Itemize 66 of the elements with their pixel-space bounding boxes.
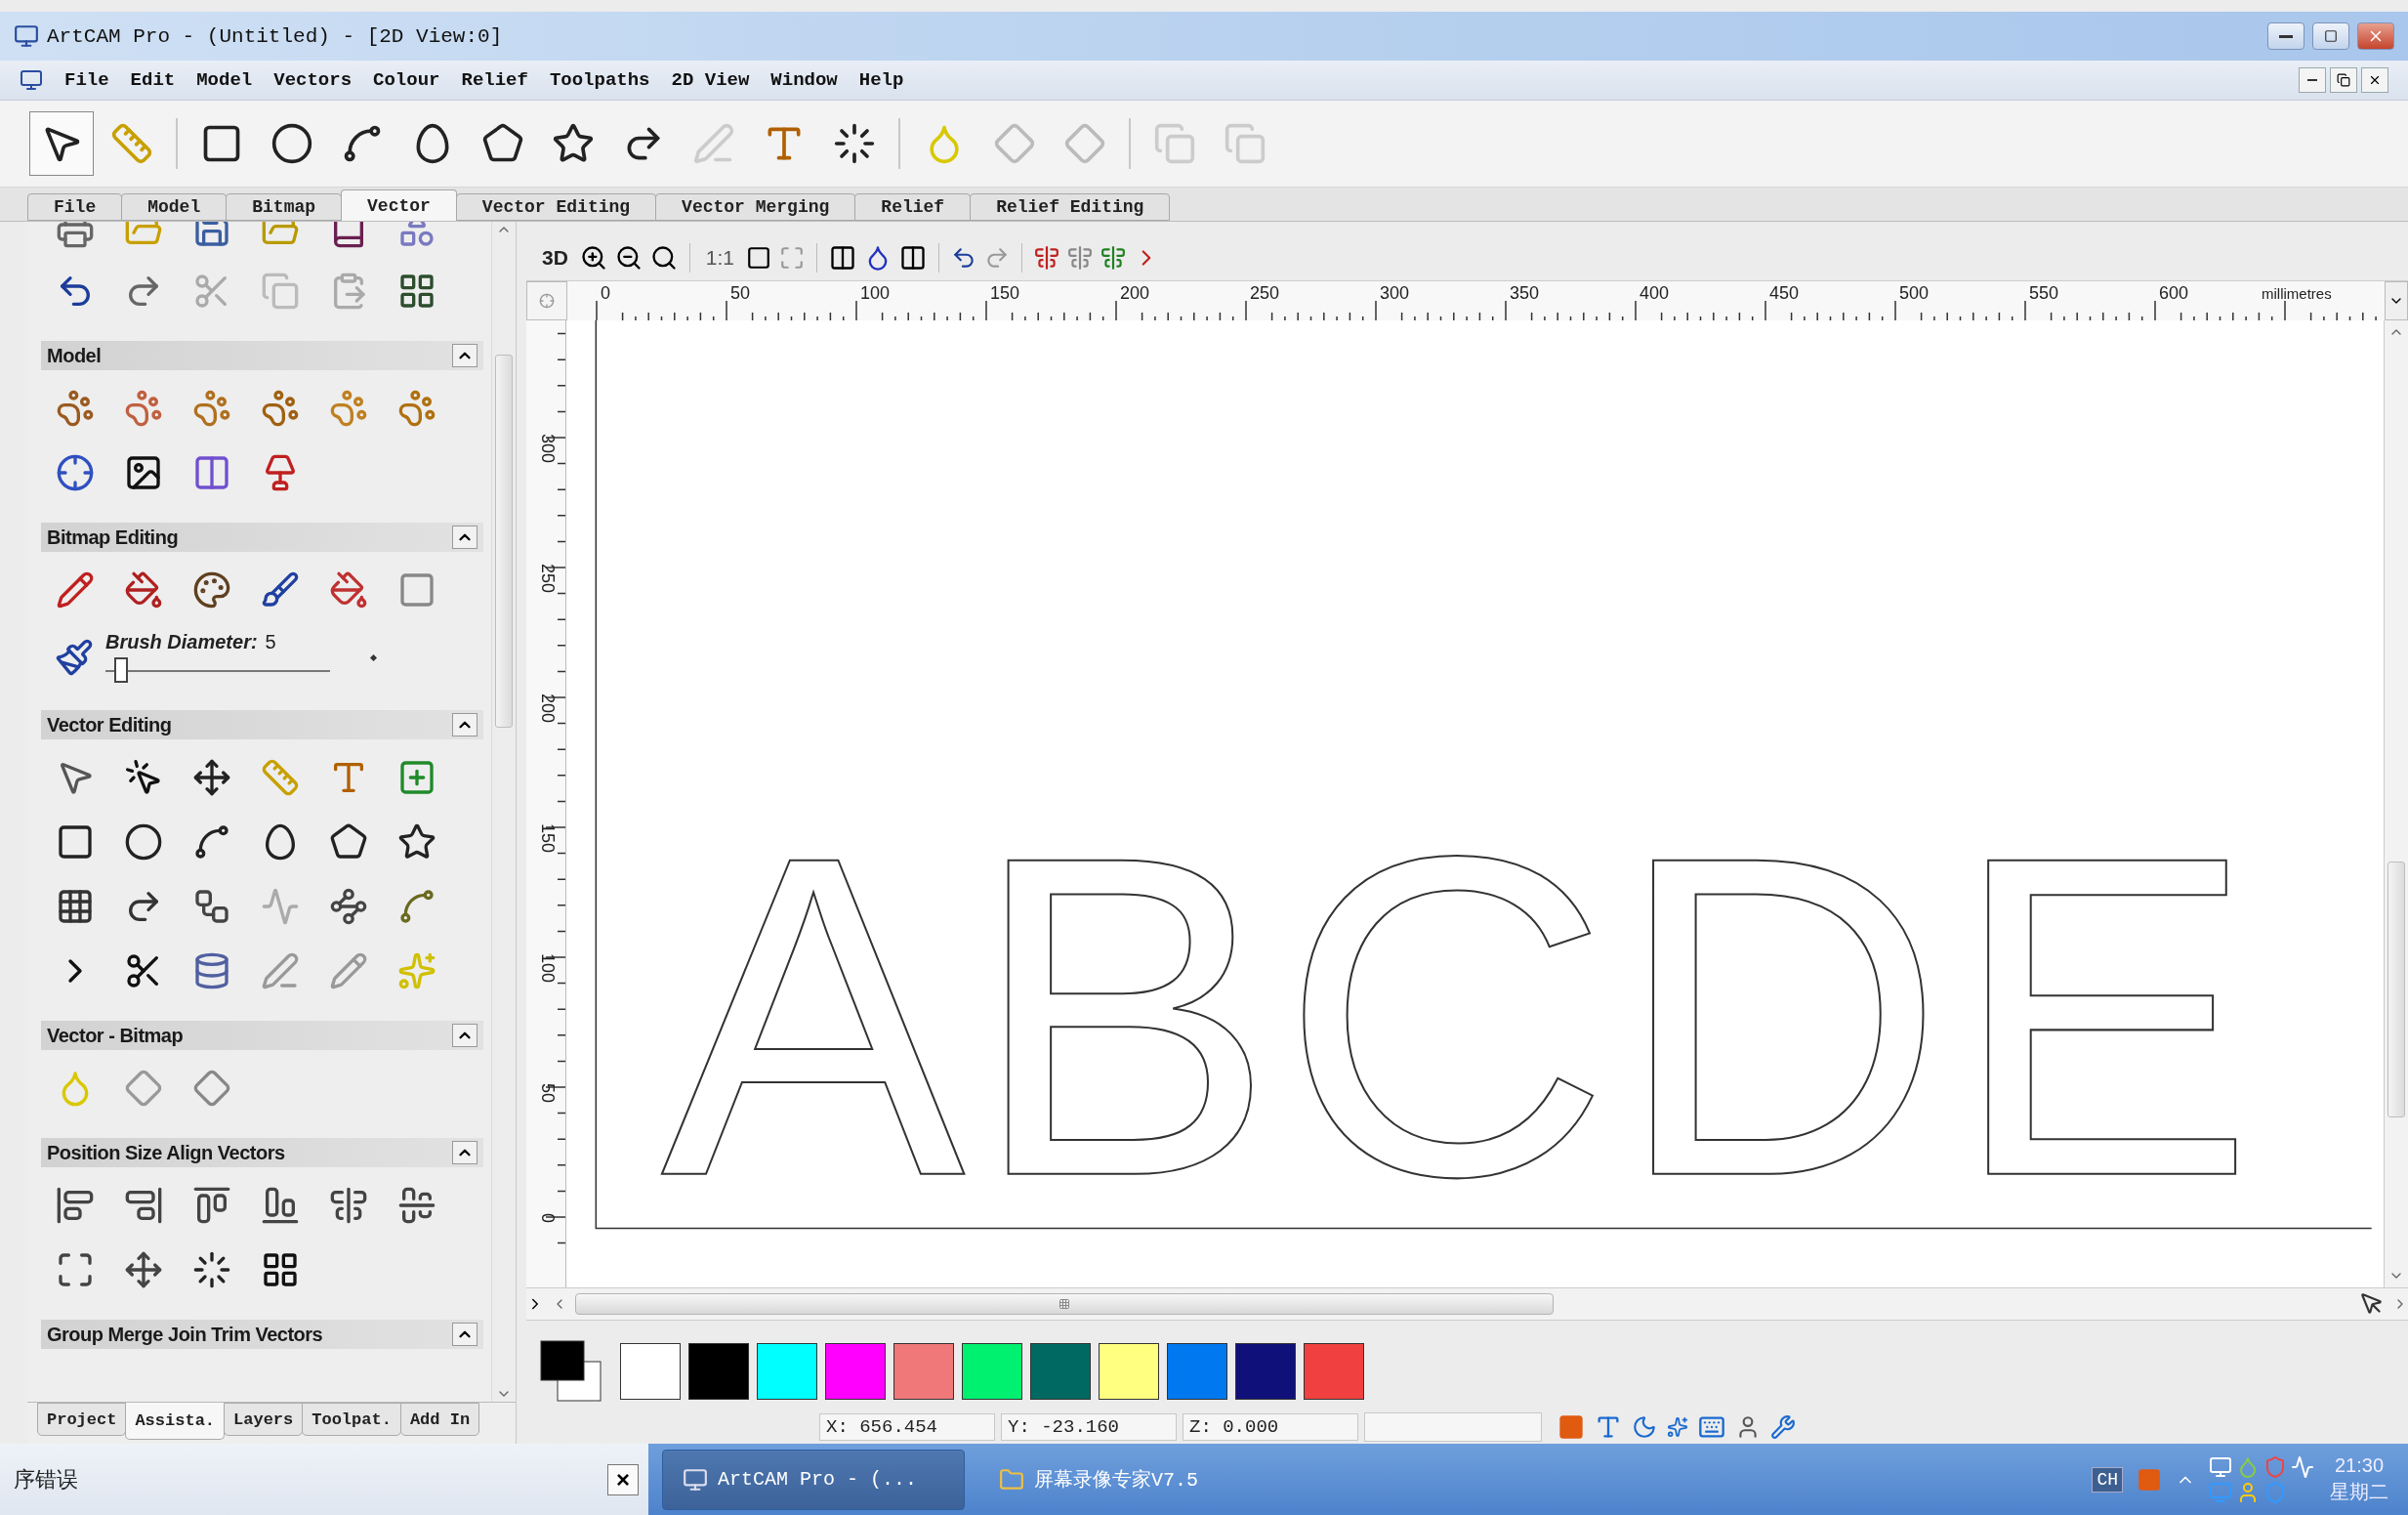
ruler-label: 100 (860, 283, 891, 303)
menu-item[interactable]: Vectors (273, 69, 353, 91)
ruler-label: 50 (538, 1083, 558, 1104)
ribbon-tab[interactable]: File (27, 193, 123, 221)
ruler-label: 200 (1120, 283, 1150, 303)
section-title: Bitmap Editing (47, 526, 179, 549)
ruler-label: 250 (1250, 283, 1280, 303)
clock-day: 星期二 (2330, 1478, 2388, 1505)
ruler-label: 500 (1899, 283, 1930, 303)
ribbon-tab[interactable]: Model (121, 193, 228, 221)
close-button[interactable]: × (607, 1463, 639, 1495)
brush-value: 5 (265, 630, 276, 653)
menu-item[interactable]: Toolpaths (549, 69, 650, 91)
panel-tab[interactable]: Add In (399, 1403, 480, 1436)
taskbar-button[interactable]: ArtCAM Pro - (... (662, 1449, 965, 1510)
ribbon-tab[interactable]: Vector Merging (655, 193, 856, 221)
ruler-label: 300 (1380, 283, 1410, 303)
ruler-label: 150 (990, 283, 1020, 303)
menu-item[interactable]: Window (770, 69, 838, 91)
panel-tab[interactable]: Project (37, 1403, 127, 1436)
ruler-label: 300 (538, 434, 558, 464)
section-title: Position Size Align Vectors (47, 1141, 285, 1164)
language-indicator[interactable]: CH (2092, 1466, 2123, 1493)
menu-item[interactable]: File (64, 69, 109, 91)
view-3d-button[interactable]: 3D (538, 246, 572, 270)
menu-item[interactable]: Colour (373, 69, 440, 91)
ruler-label: 0 (538, 1213, 558, 1223)
section-title: Group Merge Join Trim Vectors (47, 1323, 323, 1346)
menu-item[interactable]: Relief (461, 69, 528, 91)
menu-item[interactable]: Model (196, 69, 253, 91)
ribbon-tab[interactable]: Vector (341, 189, 457, 221)
actual-size-button[interactable]: 1:1 (701, 246, 739, 270)
ruler-label: 100 (538, 953, 558, 984)
ribbon-tab[interactable]: Vector Editing (455, 193, 657, 221)
ruler-label: 400 (1640, 283, 1670, 303)
ribbon-tab[interactable]: Bitmap (226, 193, 343, 221)
section-title: Vector - Bitmap (47, 1024, 184, 1047)
y-coordinate: Y: -23.160 (1001, 1413, 1177, 1441)
error-text: 序错误 (14, 1465, 78, 1494)
brush-label: Brush Diameter: (105, 630, 258, 653)
z-coordinate: Z: 0.000 (1183, 1413, 1358, 1441)
panel-tab[interactable]: Assista. (125, 1403, 226, 1440)
ruler-label: 150 (538, 823, 558, 854)
ribbon-tab[interactable]: Relief (854, 193, 972, 221)
ribbon-tab[interactable]: Relief Editing (970, 193, 1171, 221)
section-title: Model (47, 344, 102, 367)
window-title: ArtCAM Pro - (Untitled) - [2D View:0] (47, 24, 503, 48)
ruler-label: 450 (1769, 283, 1800, 303)
ruler-label: 350 (1510, 283, 1540, 303)
menu-item[interactable]: Edit (130, 69, 176, 91)
x-coordinate: X: 656.454 (819, 1413, 995, 1441)
section-title: Vector Editing (47, 713, 172, 736)
menu-item[interactable]: 2D View (671, 69, 750, 91)
drawing-canvas[interactable]: ABCDE (566, 320, 2384, 1287)
clock-time: 21:30 (2334, 1453, 2385, 1477)
ruler-label: 200 (538, 694, 558, 724)
panel-tab[interactable]: Layers (224, 1403, 304, 1436)
ruler-label: 550 (2029, 283, 2059, 303)
ruler-label: 0 (601, 283, 610, 303)
ruler-label: 50 (730, 283, 751, 303)
menu-item[interactable]: Help (858, 69, 904, 91)
ruler-units: millimetres (2262, 285, 2332, 302)
panel-tab[interactable]: Toolpat. (302, 1403, 401, 1436)
ruler-label: 600 (2159, 283, 2189, 303)
ruler-label: 250 (538, 564, 558, 594)
vector-text: ABCDE (661, 760, 2262, 1271)
